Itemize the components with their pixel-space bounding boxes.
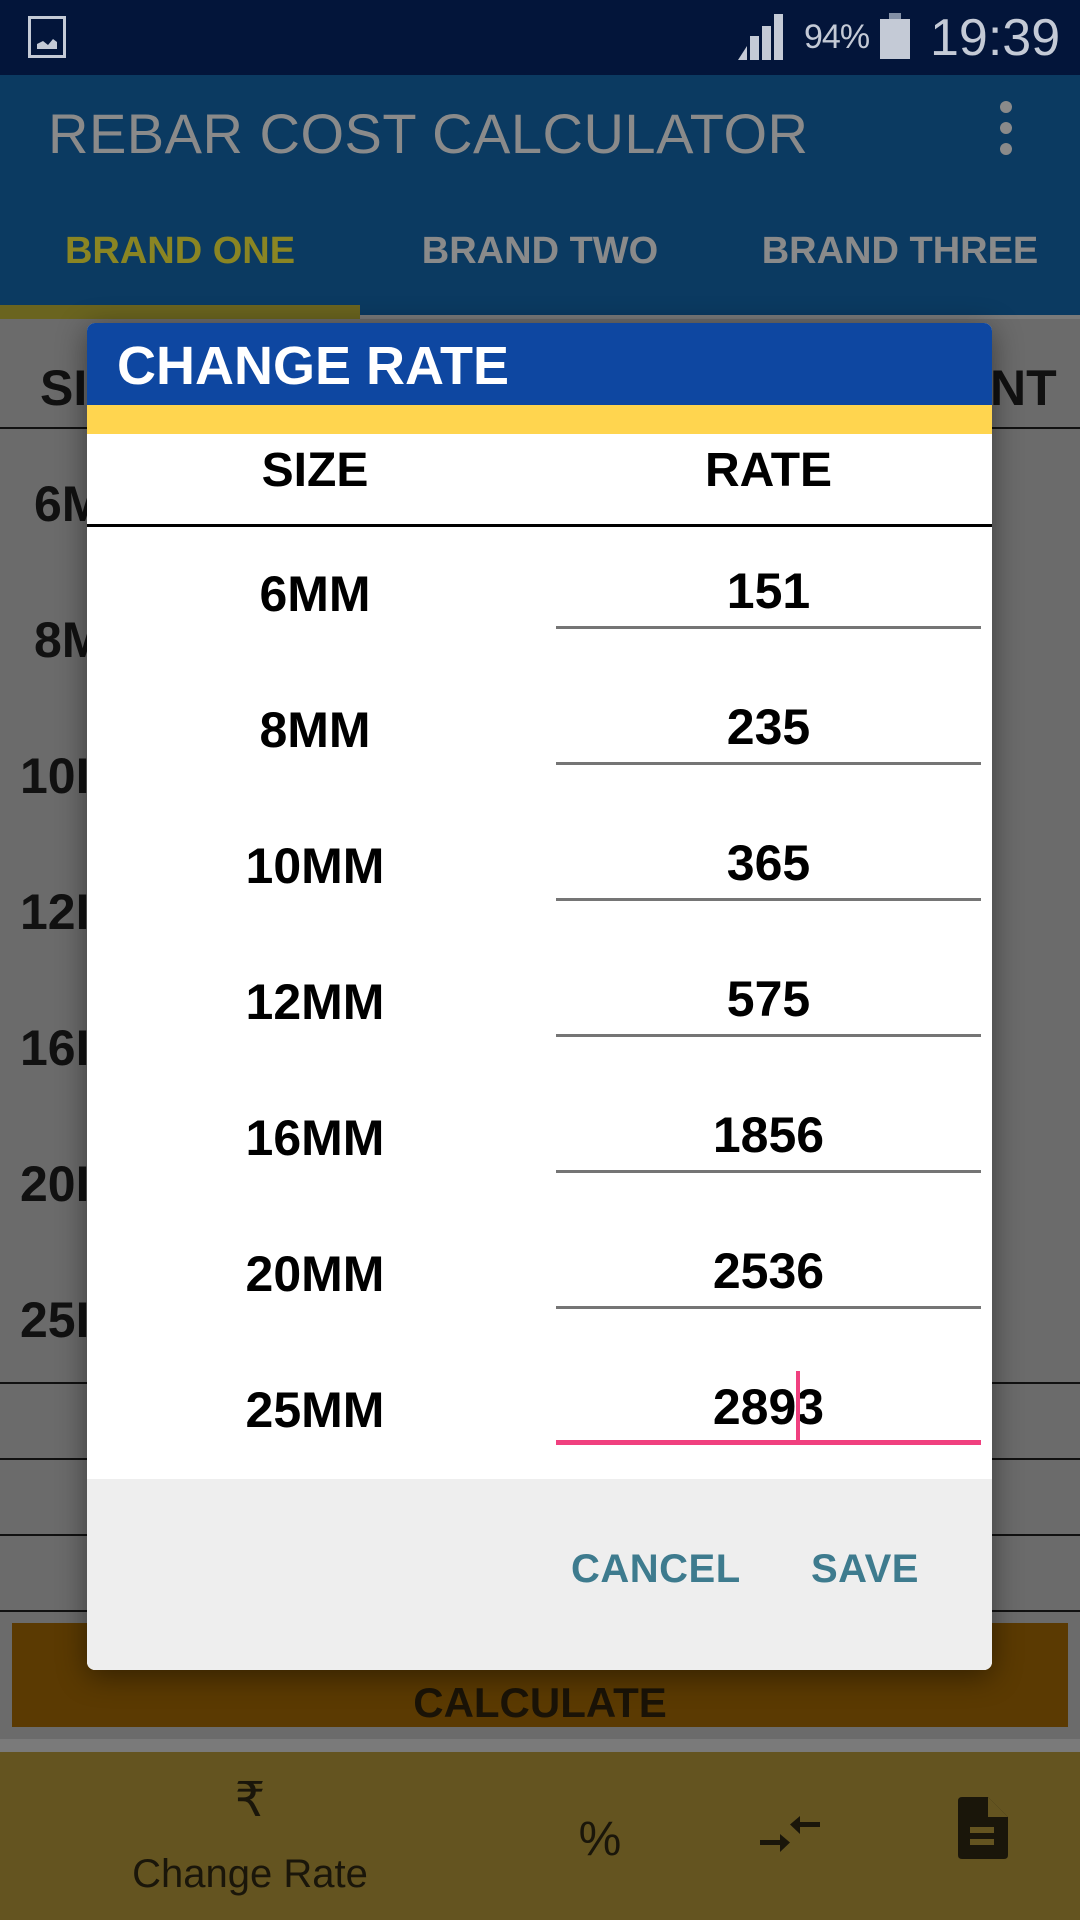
rate-input[interactable] (556, 967, 981, 1031)
change-rate-dialog: CHANGE RATE SIZE RATE 6MM 8MM 10MM 12MM … (87, 323, 992, 1670)
rate-input[interactable] (556, 1103, 981, 1167)
rate-input-10mm[interactable] (556, 831, 981, 901)
size-label: 8MM (259, 702, 371, 758)
rate-input[interactable] (556, 559, 981, 623)
rate-input-6mm[interactable] (556, 559, 981, 629)
dialog-actions: CANCEL SAVE (87, 1479, 992, 1670)
save-button[interactable]: SAVE (811, 1547, 919, 1592)
rate-input-25mm[interactable] (556, 1371, 981, 1445)
dialog-title-bar: CHANGE RATE (87, 323, 992, 405)
rate-input-8mm[interactable] (556, 695, 981, 765)
column-header-size: SIZE (261, 444, 369, 497)
dialog-accent-stripe (87, 405, 992, 434)
column-header-rate: RATE (704, 444, 833, 497)
size-label: 25MM (245, 1382, 385, 1438)
rate-input[interactable] (556, 831, 981, 895)
rate-input-20mm[interactable] (556, 1239, 981, 1309)
size-label: 10MM (245, 838, 385, 894)
size-label: 12MM (245, 974, 385, 1030)
size-label: 16MM (245, 1110, 385, 1166)
header-divider (87, 524, 992, 527)
rate-input[interactable] (556, 1375, 981, 1439)
size-label: 6MM (259, 566, 371, 622)
rate-input[interactable] (556, 1239, 981, 1303)
cancel-button[interactable]: CANCEL (571, 1547, 741, 1592)
size-label: 20MM (245, 1246, 385, 1302)
text-cursor (796, 1371, 800, 1443)
dialog-title: CHANGE RATE (117, 336, 510, 396)
rate-input-12mm[interactable] (556, 967, 981, 1037)
rate-input-16mm[interactable] (556, 1103, 981, 1173)
rate-input[interactable] (556, 695, 981, 759)
